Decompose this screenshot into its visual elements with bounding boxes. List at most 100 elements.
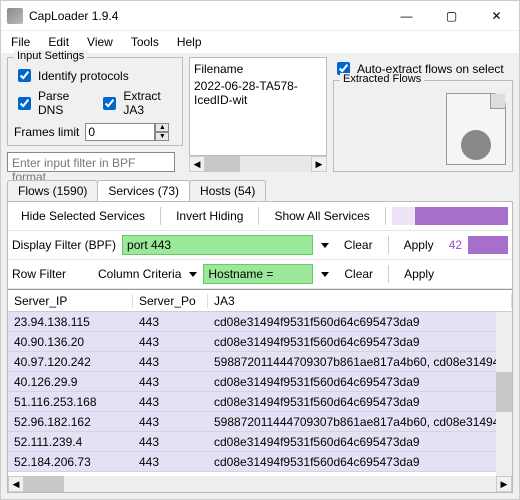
globe-icon (461, 130, 491, 160)
maximize-button[interactable]: ▢ (429, 1, 474, 31)
cell-port: 443 (133, 455, 208, 469)
grid-header: Server_IP Server_Po JA3 (8, 290, 512, 312)
col-server-ip[interactable]: Server_IP (8, 294, 133, 308)
app-icon (7, 8, 23, 24)
dropdown-icon[interactable] (321, 243, 329, 248)
table-row[interactable]: 40.90.136.20443cd08e31494f9531f560d64c69… (8, 332, 512, 352)
display-filter-input[interactable]: port 443 (122, 235, 313, 255)
show-all-button[interactable]: Show All Services (265, 206, 378, 226)
parse-dns-label: Parse DNS (38, 89, 89, 117)
input-settings-group: Input Settings Identify protocols Parse … (7, 57, 183, 146)
display-filter-count: 42 (449, 238, 462, 252)
cell-ja3: cd08e31494f9531f560d64c695473da9 (208, 435, 512, 449)
frames-limit-up[interactable]: ▲ (155, 123, 169, 132)
cell-ip: 40.90.136.20 (8, 335, 133, 349)
tab-body: Hide Selected Services Invert Hiding Sho… (7, 201, 513, 493)
tab-services[interactable]: Services (73) (97, 180, 190, 201)
grid-vscrollbar[interactable] (496, 312, 512, 476)
grid-body[interactable]: 23.94.138.115443cd08e31494f9531f560d64c6… (8, 312, 512, 476)
cell-port: 443 (133, 395, 208, 409)
table-row[interactable]: 52.111.239.4443cd08e31494f9531f560d64c69… (8, 432, 512, 452)
frames-limit-down[interactable]: ▼ (155, 132, 169, 141)
dropdown-icon[interactable] (189, 272, 197, 277)
cell-port: 443 (133, 355, 208, 369)
cell-ip: 23.94.138.115 (8, 315, 133, 329)
hostname-filter-input[interactable]: Hostname = (203, 264, 313, 284)
menu-edit[interactable]: Edit (48, 35, 69, 49)
extract-ja3-label: Extract JA3 (123, 89, 176, 117)
file-list-item[interactable]: 2022-06-28-TA578-IcedID-wit (194, 79, 322, 107)
close-button[interactable]: ✕ (474, 1, 519, 31)
display-filter-row: Display Filter (BPF) port 443 Clear Appl… (8, 231, 512, 260)
cell-ja3: cd08e31494f9531f560d64c695473da9 (208, 315, 512, 329)
extracted-flows-group: Extracted Flows (333, 80, 513, 172)
input-settings-legend: Input Settings (14, 50, 87, 62)
titlebar: CapLoader 1.9.4 — ▢ ✕ (1, 1, 519, 31)
cell-ja3: 598872011444709307b861ae817a4b60, cd08e3… (208, 355, 512, 369)
invert-hiding-button[interactable]: Invert Hiding (167, 206, 252, 226)
display-clear-button[interactable]: Clear (335, 235, 382, 255)
grid-hscrollbar[interactable]: ◀ ▶ (8, 476, 512, 492)
table-row[interactable]: 40.97.120.242443598872011444709307b861ae… (8, 352, 512, 372)
cell-ja3: cd08e31494f9531f560d64c695473da9 (208, 455, 512, 469)
dropdown-icon[interactable] (321, 272, 329, 277)
table-row[interactable]: 23.94.138.115443cd08e31494f9531f560d64c6… (8, 312, 512, 332)
cell-ip: 52.96.182.162 (8, 415, 133, 429)
col-server-port[interactable]: Server_Po (133, 294, 208, 308)
column-criteria-label[interactable]: Column Criteria (98, 267, 181, 281)
file-hscrollbar[interactable]: ◀ ▶ (189, 156, 327, 172)
file-list-group: Filename 2022-06-28-TA578-IcedID-wit ◀ ▶ (189, 57, 327, 172)
services-toolbar: Hide Selected Services Invert Hiding Sho… (8, 202, 512, 231)
filter-bar (468, 236, 508, 254)
row-clear-button[interactable]: Clear (335, 264, 382, 284)
row-filter-row: Row Filter Column Criteria Hostname = Cl… (8, 260, 512, 289)
tab-hosts[interactable]: Hosts (54) (189, 180, 266, 201)
menu-help[interactable]: Help (177, 35, 202, 49)
extract-ja3-checkbox[interactable] (103, 97, 116, 110)
cell-ja3: cd08e31494f9531f560d64c695473da9 (208, 395, 512, 409)
hscroll-thumb[interactable] (24, 476, 64, 492)
top-area: Input Settings Identify protocols Parse … (1, 53, 519, 178)
row-filter-label: Row Filter (12, 267, 66, 281)
app-window: CapLoader 1.9.4 — ▢ ✕ File Edit View Too… (0, 0, 520, 500)
table-row[interactable]: 52.184.206.73443cd08e31494f9531f560d64c6… (8, 452, 512, 472)
col-ja3[interactable]: JA3 (208, 294, 512, 308)
minimize-button[interactable]: — (384, 1, 429, 31)
scroll-right-icon[interactable]: ▶ (496, 476, 512, 492)
menu-view[interactable]: View (87, 35, 113, 49)
tab-flows[interactable]: Flows (1590) (7, 180, 98, 201)
cell-port: 443 (133, 315, 208, 329)
display-filter-label: Display Filter (BPF) (12, 238, 116, 252)
identify-protocols-label: Identify protocols (38, 69, 129, 83)
frames-limit-label: Frames limit (14, 125, 79, 139)
cell-ja3: cd08e31494f9531f560d64c695473da9 (208, 375, 512, 389)
cell-ip: 51.116.253.168 (8, 395, 133, 409)
scroll-right-icon[interactable]: ▶ (311, 156, 327, 172)
table-row[interactable]: 40.126.29.9443cd08e31494f9531f560d64c695… (8, 372, 512, 392)
scroll-left-icon[interactable]: ◀ (8, 476, 24, 492)
bpf-input[interactable]: Enter input filter in BPF format (7, 152, 175, 172)
identify-protocols-checkbox[interactable] (18, 69, 31, 82)
document-icon[interactable] (446, 93, 506, 165)
file-list-header: Filename (194, 62, 322, 76)
services-grid: Server_IP Server_Po JA3 23.94.138.115443… (8, 289, 512, 492)
cell-port: 443 (133, 435, 208, 449)
tabstrip: Flows (1590) Services (73) Hosts (54) (7, 180, 513, 201)
parse-dns-checkbox[interactable] (18, 97, 31, 110)
cell-ja3: cd08e31494f9531f560d64c695473da9 (208, 335, 512, 349)
frames-limit-input[interactable] (85, 123, 155, 141)
table-row[interactable]: 52.96.182.162443598872011444709307b861ae… (8, 412, 512, 432)
menu-file[interactable]: File (11, 35, 30, 49)
hscroll-thumb[interactable] (205, 156, 240, 172)
cell-port: 443 (133, 415, 208, 429)
cell-ja3: 598872011444709307b861ae817a4b60, cd08e3… (208, 415, 512, 429)
cell-port: 443 (133, 375, 208, 389)
table-row[interactable]: 51.116.253.168443cd08e31494f9531f560d64c… (8, 392, 512, 412)
file-list[interactable]: Filename 2022-06-28-TA578-IcedID-wit (189, 57, 327, 156)
menu-tools[interactable]: Tools (131, 35, 159, 49)
vscroll-thumb[interactable] (496, 372, 512, 412)
scroll-left-icon[interactable]: ◀ (189, 156, 205, 172)
row-apply-button[interactable]: Apply (395, 264, 443, 284)
hide-selected-button[interactable]: Hide Selected Services (12, 206, 154, 226)
display-apply-button[interactable]: Apply (395, 235, 443, 255)
